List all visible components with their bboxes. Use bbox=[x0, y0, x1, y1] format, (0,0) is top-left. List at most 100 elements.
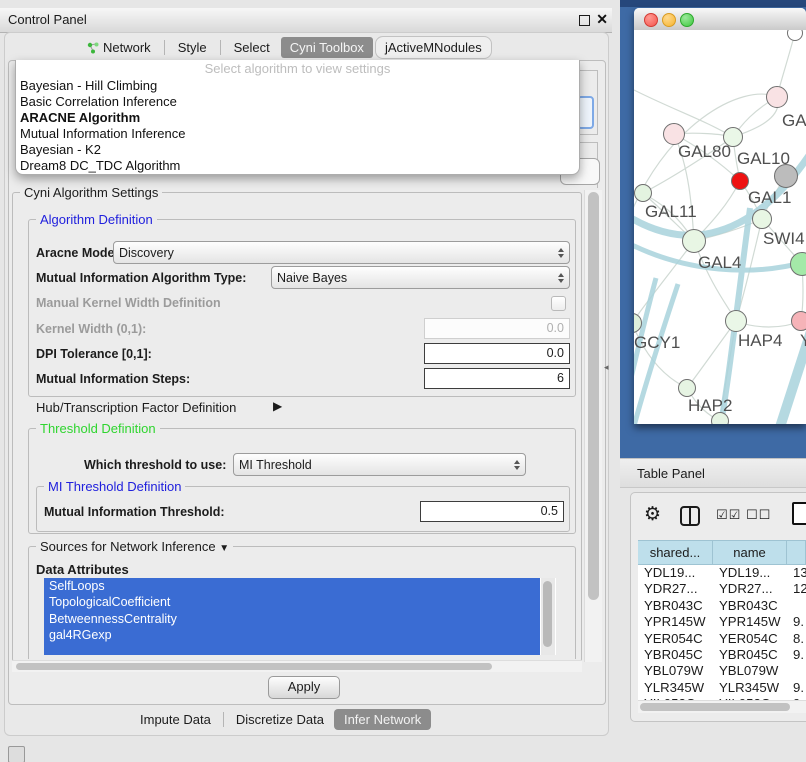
manual-kernel-width-label: Manual Kernel Width Definition bbox=[36, 296, 221, 310]
columns-icon[interactable] bbox=[680, 506, 700, 526]
network-node-label-gal1: GAL1 bbox=[748, 188, 791, 208]
algorithm-option-basic-correlation-inference[interactable]: Basic Correlation Inference bbox=[16, 94, 579, 110]
table-row[interactable]: YER054CYER054C8. bbox=[638, 631, 806, 647]
tab-impute-data[interactable]: Impute Data bbox=[130, 709, 221, 730]
control-panel-hscrollbar[interactable] bbox=[12, 660, 582, 672]
network-node[interactable] bbox=[752, 209, 772, 229]
table-row[interactable]: YDR27...YDR27...12 bbox=[638, 581, 806, 597]
table-cell: 8. bbox=[787, 631, 806, 647]
table-row[interactable]: YBL079WYBL079W bbox=[638, 663, 806, 679]
network-window-titlebar[interactable] bbox=[634, 8, 806, 31]
table-cell: YBR045C bbox=[713, 647, 787, 663]
algorithm-option-dream8-dc-tdc-algorithm[interactable]: Dream8 DC_TDC Algorithm bbox=[16, 158, 579, 174]
mi-threshold-input[interactable]: 0.5 bbox=[420, 501, 564, 522]
deselect-all-icon[interactable]: ☐☐ bbox=[746, 508, 771, 523]
mi-steps-input[interactable]: 6 bbox=[424, 368, 570, 389]
column-header-shared-[interactable]: shared... bbox=[638, 541, 713, 564]
close-icon[interactable]: ✕ bbox=[596, 11, 608, 28]
tab-discretize-data[interactable]: Discretize Data bbox=[226, 709, 334, 730]
mi-algorithm-type-select[interactable]: Naive Bayes bbox=[271, 266, 570, 289]
close-traffic-light-icon[interactable] bbox=[644, 13, 658, 27]
combo-spinner-icon bbox=[558, 248, 564, 258]
algorithm-placeholder: Select algorithm to view settings bbox=[16, 60, 579, 78]
column-header-name[interactable]: name bbox=[713, 541, 787, 564]
document-icon[interactable] bbox=[792, 502, 806, 525]
network-node[interactable] bbox=[725, 310, 747, 332]
control-panel-titlebar: Control Panel ✕ bbox=[0, 8, 612, 33]
network-icon bbox=[87, 42, 99, 54]
float-panel-icon[interactable] bbox=[579, 15, 590, 26]
algorithm-option-bayesian-k2[interactable]: Bayesian - K2 bbox=[16, 142, 579, 158]
table-cell: YBL079W bbox=[713, 663, 787, 679]
attributes-scrollbar[interactable] bbox=[541, 578, 555, 655]
algorithm-option-aracne-algorithm[interactable]: ARACNE Algorithm bbox=[16, 110, 579, 126]
network-node-label-gal4: GAL4 bbox=[698, 253, 741, 273]
apply-button[interactable]: Apply bbox=[268, 676, 340, 699]
control-panel-tabs: Network Style SelectCyni ToolboxjActiveMNo… bbox=[78, 36, 492, 59]
threshold-definition-legend: Threshold Definition bbox=[36, 422, 160, 436]
tab-style[interactable]: Style bbox=[169, 37, 216, 58]
combo-spinner-icon bbox=[558, 273, 564, 283]
tab-separator bbox=[223, 712, 224, 727]
network-node[interactable] bbox=[731, 172, 749, 190]
table-row[interactable]: YDL19...YDL19...13 bbox=[638, 565, 806, 581]
which-threshold-select[interactable]: MI Threshold bbox=[233, 453, 526, 476]
minimize-traffic-light-icon[interactable] bbox=[662, 13, 676, 27]
table-row[interactable]: YPR145WYPR145W9. bbox=[638, 614, 806, 630]
table-cell: YBR043C bbox=[713, 598, 787, 614]
table-cell: 13 bbox=[787, 565, 806, 581]
network-node-label-hap2: HAP2 bbox=[688, 396, 732, 416]
attribute-item[interactable] bbox=[44, 643, 540, 655]
manual-kernel-width-checkbox[interactable] bbox=[551, 296, 566, 311]
algorithm-definition-legend: Algorithm Definition bbox=[36, 213, 157, 227]
control-panel-title: Control Panel bbox=[8, 12, 87, 27]
algorithm-option-bayesian-hill-climbing[interactable]: Bayesian - Hill Climbing bbox=[16, 78, 579, 94]
data-attributes-list: SelfLoopsTopologicalCoefficientBetweenne… bbox=[44, 578, 556, 655]
attribute-item[interactable]: SelfLoops bbox=[44, 578, 540, 594]
aracne-mode-select[interactable]: Discovery bbox=[113, 241, 570, 264]
attribute-item[interactable]: BetweennessCentrality bbox=[44, 611, 540, 627]
attribute-item[interactable]: gal4RGexp bbox=[44, 627, 540, 643]
tab-select[interactable]: Select bbox=[225, 37, 279, 58]
minimized-panel-icon[interactable] bbox=[8, 746, 25, 762]
tab-jactivemnodules[interactable]: jActiveMNodules bbox=[375, 36, 492, 59]
hidden-groupbox-edge bbox=[597, 70, 598, 134]
hub-definition-toggle[interactable]: Hub/Transcription Factor Definition bbox=[36, 400, 236, 415]
table-panel-titlebar: Table Panel bbox=[620, 458, 806, 488]
table-cell: 12 bbox=[787, 581, 806, 597]
column-header-extra[interactable] bbox=[787, 541, 806, 564]
gear-icon[interactable]: ⚙ bbox=[644, 503, 661, 525]
table-row[interactable]: YBR043CYBR043C bbox=[638, 598, 806, 614]
network-node[interactable] bbox=[682, 229, 706, 253]
table-hscrollbar[interactable] bbox=[638, 700, 806, 713]
attribute-item[interactable]: TopologicalCoefficient bbox=[44, 594, 540, 610]
tab-network[interactable]: Network bbox=[78, 37, 160, 58]
network-node[interactable] bbox=[678, 379, 696, 397]
tab-cyni-toolbox[interactable]: Cyni Toolbox bbox=[281, 37, 373, 58]
select-all-icon[interactable]: ☑☑ bbox=[716, 508, 741, 523]
expand-right-icon[interactable]: ▶ bbox=[273, 399, 282, 413]
zoom-traffic-light-icon[interactable] bbox=[680, 13, 694, 27]
table-body: YDL19...YDL19...13YDR27...YDR27...12YBR0… bbox=[638, 565, 806, 712]
control-panel-vscrollbar[interactable] bbox=[584, 190, 602, 662]
network-node-label-swi4: SWI4 bbox=[763, 229, 805, 249]
table-cell: YPR145W bbox=[713, 614, 787, 630]
table-cell: YDL19... bbox=[638, 565, 713, 581]
algorithm-option-mutual-information-inference[interactable]: Mutual Information Inference bbox=[16, 126, 579, 142]
table-row[interactable]: YLR345WYLR345W9. bbox=[638, 680, 806, 696]
network-node[interactable] bbox=[766, 86, 788, 108]
tab-infer-network[interactable]: Infer Network bbox=[334, 709, 431, 730]
network-node[interactable] bbox=[791, 311, 806, 331]
table-cell bbox=[787, 663, 806, 679]
table-cell: YER054C bbox=[638, 631, 713, 647]
table-row[interactable]: YBR045CYBR045C9. bbox=[638, 647, 806, 663]
mi-steps-label: Mutual Information Steps: bbox=[36, 372, 190, 386]
network-canvas[interactable]: GALGAL80GAL10GAL1GAL11SWI4GAL4GCY1HAP4YH… bbox=[634, 30, 806, 424]
kernel-width-input[interactable]: 0.0 bbox=[424, 318, 570, 339]
splitter-handle-icon[interactable]: ◂ bbox=[604, 362, 609, 373]
network-node[interactable] bbox=[634, 184, 652, 202]
sources-legend[interactable]: Sources for Network Inference ▼ bbox=[36, 540, 233, 556]
network-node-label-gal: GAL bbox=[782, 111, 806, 131]
network-node-label-y: Y bbox=[800, 331, 806, 351]
dpi-tolerance-input[interactable]: 0.0 bbox=[424, 343, 570, 364]
